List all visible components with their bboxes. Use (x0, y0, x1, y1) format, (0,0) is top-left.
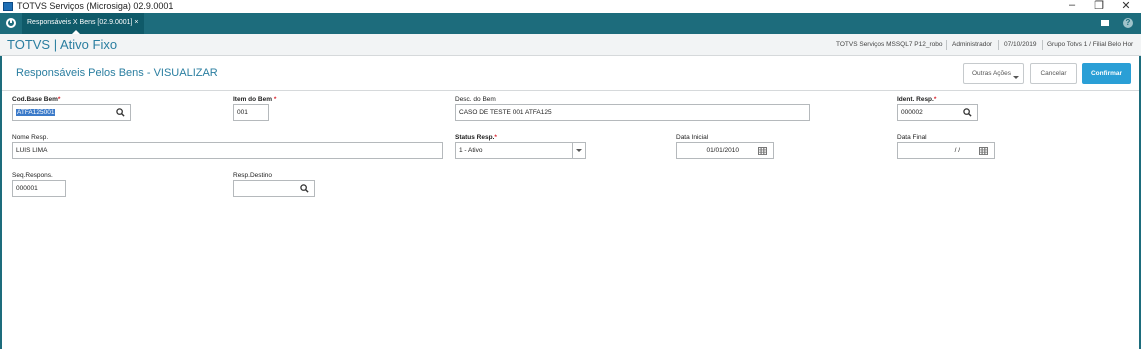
data-inicial-field[interactable]: 01/01/2010 (676, 142, 774, 159)
cod-base-bem-label: Cod.Base Bem* (12, 96, 60, 103)
status-resp-label: Status Resp.* (455, 134, 497, 141)
ident-resp-field[interactable]: 000002 (897, 104, 978, 121)
help-icon[interactable]: ? (1123, 18, 1133, 28)
ident-resp-label-text: Ident. Resp. (897, 96, 934, 103)
divider (1042, 40, 1043, 50)
divider (998, 40, 999, 50)
date-info: 07/10/2019 (1004, 41, 1037, 48)
tab-bar: Responsáveis X Bens [02.9.0001] × ? (0, 13, 1141, 34)
ident-resp-value: 000002 (901, 109, 923, 116)
minimize-button[interactable]: – (1063, 0, 1081, 12)
calendar-icon[interactable] (758, 147, 767, 155)
search-icon[interactable] (116, 108, 125, 117)
cancel-button[interactable]: Cancelar (1030, 63, 1077, 84)
cod-base-bem-label-text: Cod.Base Bem (12, 96, 58, 103)
desc-do-bem-label: Desc. do Bem (455, 96, 496, 103)
restore-button[interactable]: ❐ (1090, 0, 1108, 12)
data-final-field[interactable]: / / (897, 142, 995, 159)
nome-resp-value: LUIS LIMA (16, 147, 48, 154)
data-inicial-value: 01/01/2010 (706, 147, 739, 154)
data-final-label: Data Final (897, 134, 927, 141)
more-actions-label: Outras Ações (972, 70, 1012, 77)
cod-base-bem-field[interactable]: ATFA125001 (12, 104, 131, 121)
data-final-value: / / (954, 147, 960, 154)
user-info: Administrador (952, 41, 993, 48)
item-do-bem-label: Item do Bem * (233, 96, 276, 103)
environment-info: TOTVS Serviços MSSQL7 P12_robo (836, 41, 943, 48)
app-icon (3, 2, 13, 11)
data-inicial-label: Data Inicial (676, 134, 709, 141)
divider (946, 40, 947, 50)
ident-resp-label: Ident. Resp.* (897, 96, 936, 103)
home-icon[interactable] (6, 18, 16, 28)
status-resp-select[interactable]: 1 - Ativo (455, 142, 586, 159)
status-resp-value: 1 - Ativo (459, 147, 483, 154)
item-do-bem-value: 001 (237, 109, 248, 116)
resp-destino-label: Resp.Destino (233, 172, 273, 179)
required-marker: * (494, 134, 497, 141)
required-marker: * (273, 96, 277, 103)
page-title: Responsáveis Pelos Bens - VISUALIZAR (16, 67, 218, 79)
seq-respons-value: 000001 (16, 185, 38, 192)
more-actions-button[interactable]: Outras Ações (963, 63, 1024, 84)
window-title: TOTVS Serviços (Microsiga) 02.9.0001 (17, 1, 174, 11)
desc-do-bem-value: CASO DE TESTE 001 ATFA125 (459, 109, 552, 116)
tab-responsaveis-x-bens[interactable]: Responsáveis X Bens [02.9.0001] × (22, 13, 144, 34)
required-marker: * (57, 96, 61, 103)
nome-resp-field[interactable]: LUIS LIMA (12, 142, 443, 159)
page-header: Responsáveis Pelos Bens - VISUALIZAR Out… (2, 56, 1139, 91)
seq-respons-field[interactable]: 000001 (12, 180, 66, 197)
calendar-icon[interactable] (979, 147, 988, 155)
required-marker: * (933, 96, 937, 103)
seq-respons-label: Seq.Respons. (12, 172, 53, 179)
cod-base-bem-value: ATFA125001 (16, 109, 56, 116)
app-title: TOTVS | Ativo Fixo (7, 37, 118, 52)
confirm-button[interactable]: Confirmar (1082, 63, 1131, 84)
company-info: Grupo Totvs 1 / Filial Belo Hor (1047, 41, 1134, 48)
status-resp-label-text: Status Resp. (455, 134, 495, 141)
app-header: TOTVS | Ativo Fixo TOTVS Serviços MSSQL7… (0, 34, 1141, 56)
desc-do-bem-field[interactable]: CASO DE TESTE 001 ATFA125 (455, 104, 810, 121)
chevron-down-icon (1013, 76, 1019, 79)
nome-resp-label: Nome Resp. (12, 134, 49, 141)
mail-icon[interactable] (1101, 20, 1109, 26)
close-window-button[interactable]: ✕ (1117, 0, 1135, 12)
item-do-bem-field[interactable]: 001 (233, 104, 269, 121)
search-icon[interactable] (963, 108, 972, 117)
resp-destino-field[interactable] (233, 180, 315, 197)
search-icon[interactable] (300, 184, 309, 193)
tab-label: Responsáveis X Bens [02.9.0001] × (27, 19, 139, 26)
window-titlebar: TOTVS Serviços (Microsiga) 02.9.0001 – ❐… (0, 0, 1141, 13)
left-frame-border (0, 56, 2, 349)
item-do-bem-label-text: Item do Bem (233, 96, 273, 103)
chevron-down-icon[interactable] (572, 143, 585, 158)
